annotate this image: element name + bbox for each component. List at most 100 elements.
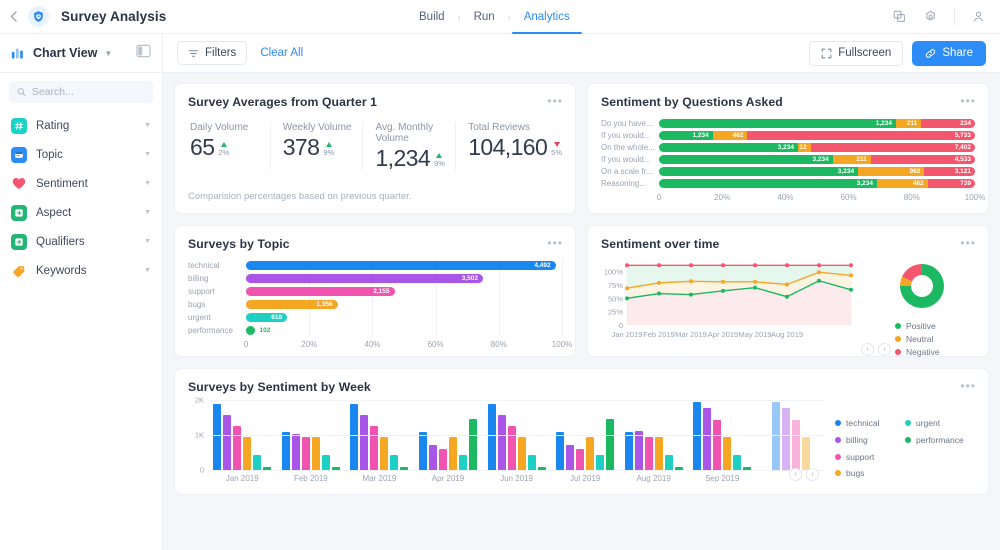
chevron-down-icon[interactable]: ▼ [144, 209, 151, 216]
chevron-down-icon[interactable]: ▼ [144, 151, 151, 158]
chart-bar[interactable] [507, 425, 516, 470]
chart-data-point[interactable] [785, 282, 789, 287]
sidebar-item-aspect[interactable]: Aspect ▼ [0, 198, 162, 227]
chart-data-point[interactable] [817, 270, 821, 275]
chart-bar[interactable] [517, 437, 526, 470]
chart-bar[interactable] [586, 437, 595, 470]
search-box[interactable] [9, 81, 153, 103]
prev-page-button[interactable]: ‹ [789, 468, 802, 481]
chart-bar[interactable] [703, 408, 712, 470]
chart-data-point[interactable] [657, 263, 661, 268]
chart-data-point[interactable] [849, 263, 853, 268]
sidebar-item-sentiment[interactable]: Sentiment ▼ [0, 169, 162, 198]
chart-bar[interactable] [370, 425, 379, 470]
chart-bar-row[interactable]: 3,234 211 4,533 [659, 153, 975, 165]
chart-view-selector[interactable]: Chart View ▼ [0, 33, 163, 73]
chart-bar-row[interactable]: 3,234 962 3,121 [659, 165, 975, 177]
chart-data-point[interactable] [657, 280, 661, 285]
chart-bar[interactable] [390, 454, 399, 470]
chart-bar[interactable] [360, 415, 369, 470]
chart-bar[interactable] [733, 454, 742, 470]
chart-data-point[interactable] [817, 278, 821, 283]
chart-bar[interactable] [791, 419, 800, 470]
more-icon[interactable]: ••• [547, 237, 563, 249]
chart-bar[interactable] [223, 415, 232, 470]
legend-item[interactable]: bugs [835, 466, 905, 480]
chart-bar-row[interactable]: 3,234 462 739 [659, 177, 975, 189]
chart-bar[interactable] [556, 432, 565, 470]
share-button[interactable]: Share [912, 40, 986, 66]
more-icon[interactable]: ••• [960, 237, 976, 249]
chart-bar-row[interactable]: 1,356 [246, 298, 562, 311]
chart-bar[interactable] [487, 403, 496, 470]
prev-page-button[interactable]: ‹ [861, 343, 874, 356]
chart-data-point[interactable] [849, 273, 853, 278]
tab-analytics[interactable]: Analytics [511, 0, 582, 34]
sidebar-item-topic[interactable]: Topic ▼ [0, 140, 162, 169]
copy-button[interactable] [892, 9, 907, 24]
chart-bar[interactable] [213, 403, 222, 470]
chevron-down-icon[interactable]: ▼ [144, 180, 151, 187]
chart-bar[interactable] [596, 454, 605, 470]
chart-bar[interactable] [566, 444, 575, 470]
chart-bar[interactable] [634, 430, 643, 470]
chart-bar[interactable] [311, 437, 320, 470]
fullscreen-button[interactable]: Fullscreen [809, 40, 904, 66]
legend-item[interactable]: technical [835, 416, 905, 430]
chart-bar-row[interactable]: 4,492 [246, 259, 562, 272]
chart-bar[interactable] [644, 437, 653, 470]
chart-data-point[interactable] [817, 263, 821, 268]
chart-data-point[interactable] [849, 287, 853, 292]
chart-data-point[interactable] [753, 285, 757, 290]
chart-bar[interactable] [576, 449, 585, 470]
chart-data-point[interactable] [753, 263, 757, 268]
chart-bar[interactable] [527, 454, 536, 470]
more-icon[interactable]: ••• [960, 380, 976, 392]
chart-bar[interactable] [321, 454, 330, 470]
chart-data-point[interactable] [785, 263, 789, 268]
chart-bar[interactable] [781, 408, 790, 470]
chart-data-point[interactable] [721, 263, 725, 268]
chart-bar[interactable] [281, 432, 290, 470]
chevron-down-icon[interactable]: ▼ [144, 122, 151, 129]
chart-data-point[interactable] [721, 279, 725, 284]
chart-bar-row[interactable]: 1,234 462 5,733 [659, 129, 975, 141]
sidebar-item-rating[interactable]: Rating ▼ [0, 111, 162, 140]
chart-bar[interactable] [801, 437, 810, 470]
chart-data-point[interactable] [689, 263, 693, 268]
chart-bar[interactable] [438, 449, 447, 470]
chart-data-point[interactable] [625, 296, 629, 301]
more-icon[interactable]: ••• [960, 95, 976, 107]
chart-bar-row[interactable]: 3,234 12 7,402 [659, 141, 975, 153]
sidebar-item-keywords[interactable]: Keywords ▼ [0, 256, 162, 285]
chart-bar[interactable] [448, 437, 457, 470]
account-button[interactable] [971, 9, 986, 24]
chart-bar[interactable] [418, 432, 427, 470]
chart-bar[interactable] [243, 437, 252, 470]
legend-item[interactable]: performance [905, 433, 975, 447]
chart-bar-row[interactable]: 102 [246, 324, 562, 337]
chart-bar[interactable] [253, 454, 262, 470]
chart-bar[interactable] [380, 437, 389, 470]
next-page-button[interactable]: › [806, 468, 819, 481]
chart-bar[interactable] [291, 433, 300, 470]
sidebar-item-qualifiers[interactable]: Qualifiers ▼ [0, 227, 162, 256]
legend-item[interactable]: support [835, 450, 905, 464]
chart-data-point[interactable] [753, 279, 757, 284]
chart-bar[interactable] [497, 415, 506, 470]
legend-item[interactable]: Positive [895, 321, 975, 331]
chart-bar[interactable] [654, 437, 663, 470]
tab-build[interactable]: Build [417, 0, 447, 34]
chart-data-point[interactable] [689, 279, 693, 284]
back-button[interactable] [0, 11, 26, 22]
chart-bar[interactable] [301, 437, 310, 470]
chart-bar[interactable] [606, 419, 615, 470]
clear-all-button[interactable]: Clear All [260, 47, 303, 59]
next-page-button[interactable]: › [878, 343, 891, 356]
legend-item[interactable]: urgent [905, 416, 975, 430]
chevron-down-icon[interactable]: ▼ [144, 267, 151, 274]
chart-bar-row[interactable]: 3,502 [246, 272, 562, 285]
chart-data-point[interactable] [657, 291, 661, 296]
chart-bar[interactable] [468, 419, 477, 470]
legend-item[interactable]: Negative [895, 347, 975, 357]
